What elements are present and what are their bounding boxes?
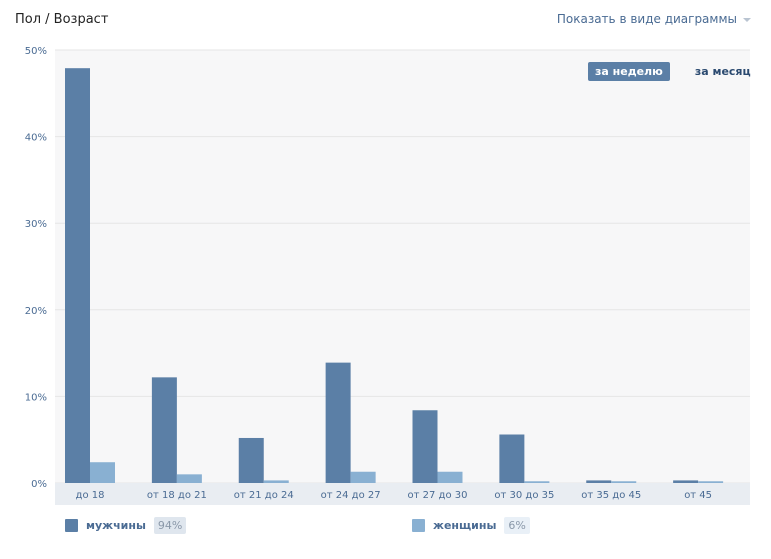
legend-share-men: 94% — [153, 517, 187, 534]
bar-men[interactable] — [325, 362, 351, 483]
x-tick-label: от 30 до 35 — [494, 490, 554, 501]
bar-men[interactable] — [586, 480, 612, 483]
y-tick-label: 10% — [25, 392, 47, 403]
y-tick-label: 30% — [25, 219, 47, 230]
legend-swatch-men — [65, 519, 78, 532]
tab-week[interactable]: за неделю — [588, 62, 670, 81]
bar-women[interactable] — [263, 480, 289, 483]
legend-item-women[interactable]: женщины 6% — [412, 517, 530, 534]
chart-area: 0% 10% 20% 30% 40% 50% до 18 от 18 до 21 от 21 … — [0, 0, 771, 555]
x-tick-label: от 21 до 24 — [234, 490, 294, 501]
bar-women[interactable] — [437, 471, 463, 483]
y-tick-label: 40% — [25, 133, 47, 144]
bar-chart: 0% 10% 20% 30% 40% 50% до 18 от 18 до 21 от 21 … — [25, 46, 750, 505]
tab-month[interactable]: за месяц — [688, 62, 758, 81]
x-tick-label: от 45 — [684, 490, 712, 501]
bar-women[interactable] — [698, 481, 724, 483]
bar-women[interactable] — [611, 481, 637, 483]
legend-item-men[interactable]: мужчины 94% — [65, 517, 187, 534]
bar-women[interactable] — [90, 462, 115, 483]
x-tick-label: от 18 до 21 — [147, 490, 207, 501]
legend: мужчины 94% женщины 6% — [65, 517, 755, 537]
legend-swatch-women — [412, 519, 425, 532]
bar-women[interactable] — [350, 471, 376, 483]
x-tick-label: от 35 до 45 — [581, 490, 641, 501]
legend-label-men: мужчины — [86, 519, 146, 532]
x-tick-label: от 27 до 30 — [408, 490, 468, 501]
bar-women[interactable] — [524, 481, 550, 483]
y-axis: 0% 10% 20% 30% 40% 50% — [25, 46, 47, 490]
bar-men[interactable] — [238, 437, 264, 483]
bar-men[interactable] — [151, 377, 177, 483]
y-tick-label: 0% — [31, 479, 47, 490]
y-tick-label: 20% — [25, 306, 47, 317]
x-tick-label: до 18 — [76, 490, 105, 501]
bar-men[interactable] — [673, 480, 699, 483]
bar-men[interactable] — [412, 410, 438, 483]
legend-label-women: женщины — [433, 519, 497, 532]
period-tabs: за неделю за месяц — [588, 62, 758, 81]
bar-women[interactable] — [176, 474, 202, 483]
y-tick-label: 50% — [25, 46, 47, 57]
x-tick-label: от 24 до 27 — [321, 490, 381, 501]
bar-men[interactable] — [499, 434, 525, 483]
bar-men[interactable] — [65, 68, 90, 483]
legend-share-women: 6% — [504, 517, 530, 534]
